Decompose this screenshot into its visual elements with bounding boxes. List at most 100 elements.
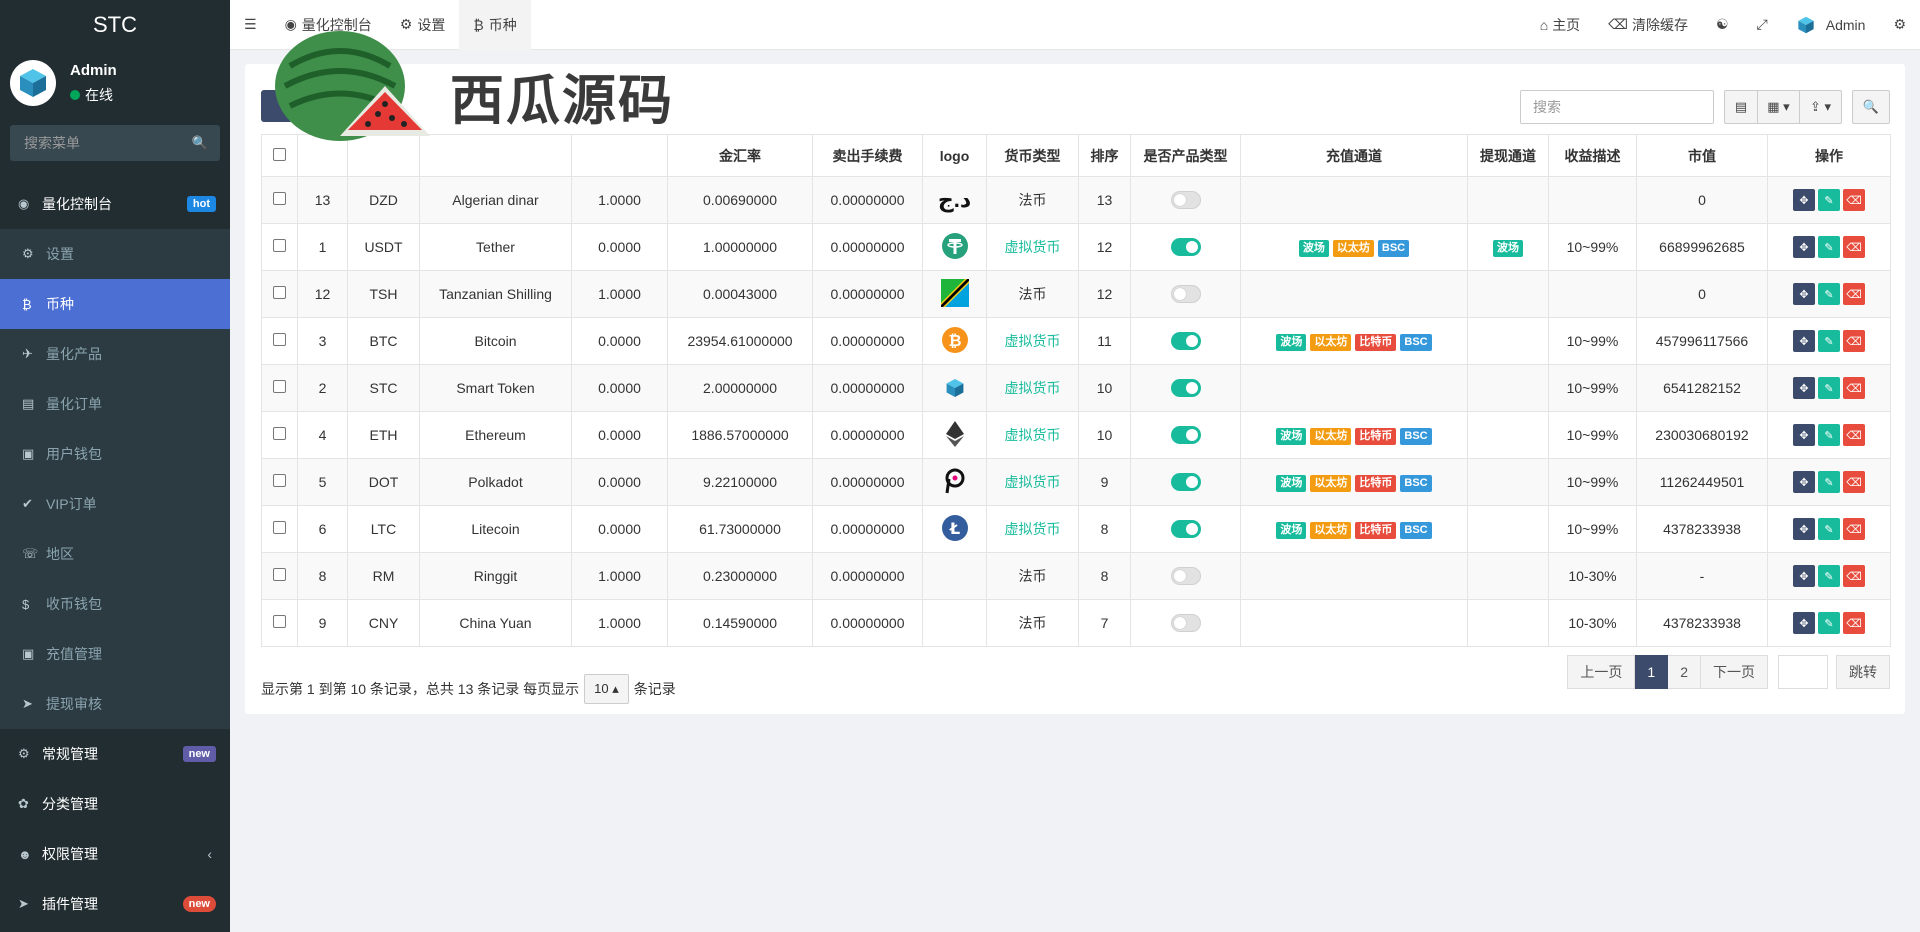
edit-button[interactable]: ✎ <box>1818 565 1840 587</box>
delete-button[interactable]: ⌫ <box>1843 471 1865 493</box>
menu-item-general[interactable]: ⚙ 常规管理 new <box>0 729 230 779</box>
col-header-desc[interactable]: 收益描述 <box>1548 134 1637 177</box>
row-select-cell[interactable] <box>261 176 298 224</box>
product-toggle[interactable] <box>1170 191 1201 210</box>
edit-button[interactable]: ✎ <box>1818 236 1840 258</box>
select-all-checkbox[interactable] <box>273 147 286 161</box>
menu-item-settings[interactable]: ⚙ 设置 <box>0 229 230 279</box>
export-dropdown[interactable]: ⇪ ▾ <box>1800 90 1842 124</box>
drag-move-button[interactable]: ✥ <box>1793 565 1815 587</box>
table-search-input[interactable]: 搜索 <box>1520 90 1714 124</box>
drag-move-button[interactable]: ✥ <box>1793 189 1815 211</box>
product-toggle[interactable] <box>1170 238 1201 257</box>
edit-button[interactable]: ✎ <box>1818 283 1840 305</box>
edit-button[interactable]: ✎ <box>1818 377 1840 399</box>
col-header-type[interactable]: 货币类型 <box>986 134 1079 177</box>
row-checkbox[interactable] <box>273 380 286 393</box>
row-checkbox[interactable] <box>273 192 286 205</box>
menu-item-quant-product[interactable]: ✈ 量化产品 <box>0 329 230 379</box>
row-select-cell[interactable] <box>261 411 298 459</box>
next-page-button[interactable]: 下一页 <box>1701 655 1768 689</box>
edit-button[interactable]: ✎ <box>1818 424 1840 446</box>
delete-button[interactable]: ⌫ <box>1843 236 1865 258</box>
drag-move-button[interactable]: ✥ <box>1793 283 1815 305</box>
edit-button[interactable]: ✎ <box>1818 330 1840 352</box>
row-checkbox[interactable] <box>273 568 286 581</box>
menu-item-permission[interactable]: ☻ 权限管理 ‹ <box>0 829 230 879</box>
row-select-cell[interactable] <box>261 270 298 318</box>
search-icon[interactable]: 🔍 <box>192 125 208 161</box>
table-row[interactable]: 6 LTC Litecoin 0.0000 61.73000000 0.0000… <box>261 505 1891 553</box>
translate-button[interactable]: ☯ <box>1702 0 1743 50</box>
cell-type[interactable]: 虚拟货币 <box>986 458 1079 506</box>
page-size-dropdown[interactable]: 10 ▴ <box>584 674 629 704</box>
row-checkbox[interactable] <box>273 615 286 628</box>
jump-page-input[interactable] <box>1778 655 1828 689</box>
table-row[interactable]: 4 ETH Ethereum 0.0000 1886.57000000 0.00… <box>261 411 1891 459</box>
table-row[interactable]: 13 DZD Algerian dinar 1.0000 0.00690000 … <box>261 176 1891 224</box>
table-row[interactable]: 2 STC Smart Token 0.0000 2.00000000 0.00… <box>261 364 1891 412</box>
fullscreen-button[interactable]: ⤢ <box>1743 0 1782 50</box>
col-header-product[interactable]: 是否产品类型 <box>1130 134 1241 177</box>
menu-item-category[interactable]: ✿ 分类管理 <box>0 779 230 829</box>
prev-page-button[interactable]: 上一页 <box>1567 655 1636 689</box>
delete-button[interactable]: ⌫ <box>1843 612 1865 634</box>
row-checkbox[interactable] <box>273 333 286 346</box>
product-toggle[interactable] <box>1170 285 1201 304</box>
columns-dropdown[interactable]: ▦ ▾ <box>1758 90 1800 124</box>
brand-logo[interactable]: STC <box>0 0 230 50</box>
sidebar-search-input[interactable]: 搜索菜单 🔍 <box>10 125 220 161</box>
cell-type[interactable]: 虚拟货币 <box>986 317 1079 365</box>
menu-item-receive-wallet[interactable]: $ 收币钱包 <box>0 579 230 629</box>
menu-item-currency[interactable]: ₿ 币种 <box>0 279 230 329</box>
table-row[interactable]: 12 TSH Tanzanian Shilling 1.0000 0.00043… <box>261 270 1891 318</box>
cell-type[interactable]: 虚拟货币 <box>986 364 1079 412</box>
menu-item-quant-order[interactable]: ▤ 量化订单 <box>0 379 230 429</box>
product-toggle[interactable] <box>1170 426 1201 445</box>
cell-type[interactable]: 虚拟货币 <box>986 411 1079 459</box>
product-toggle[interactable] <box>1170 332 1201 351</box>
home-link[interactable]: ⌂ 主页 <box>1526 0 1594 50</box>
row-checkbox[interactable] <box>273 286 286 299</box>
jump-button[interactable]: 跳转 <box>1836 655 1890 689</box>
delete-button[interactable]: ⌫ <box>1843 283 1865 305</box>
page-2-button[interactable]: 2 <box>1668 655 1701 689</box>
col-header-logo[interactable]: logo <box>922 134 987 177</box>
delete-button[interactable]: ⌫ <box>1843 565 1865 587</box>
row-checkbox[interactable] <box>273 427 286 440</box>
row-checkbox[interactable] <box>273 521 286 534</box>
drag-move-button[interactable]: ✥ <box>1793 377 1815 399</box>
edit-button[interactable]: ✎ <box>1818 612 1840 634</box>
drag-move-button[interactable]: ✥ <box>1793 330 1815 352</box>
toggle-view-button[interactable]: ▤ <box>1724 90 1758 124</box>
product-toggle[interactable] <box>1170 520 1201 539</box>
delete-button[interactable]: ⌫ <box>1843 330 1865 352</box>
drag-move-button[interactable]: ✥ <box>1793 424 1815 446</box>
menu-item-user-wallet[interactable]: ▣ 用户钱包 <box>0 429 230 479</box>
menu-item-region[interactable]: ☏ 地区 <box>0 529 230 579</box>
edit-button[interactable]: ✎ <box>1818 518 1840 540</box>
col-header-cap[interactable]: 市值 <box>1636 134 1768 177</box>
delete-button[interactable]: ⌫ <box>1843 424 1865 446</box>
admin-menu[interactable]: Admin <box>1782 0 1880 50</box>
product-toggle[interactable] <box>1170 614 1201 633</box>
row-select-cell[interactable] <box>261 223 298 271</box>
drag-move-button[interactable]: ✥ <box>1793 236 1815 258</box>
menu-item-recharge[interactable]: ▣ 充值管理 <box>0 629 230 679</box>
menu-item-plugin[interactable]: ➤ 插件管理 new <box>0 879 230 929</box>
delete-button[interactable]: ⌫ <box>1843 377 1865 399</box>
row-select-cell[interactable] <box>261 552 298 600</box>
row-select-cell[interactable] <box>261 458 298 506</box>
product-toggle[interactable] <box>1170 473 1201 492</box>
drag-move-button[interactable]: ✥ <box>1793 612 1815 634</box>
menu-item-withdraw[interactable]: ➤ 提现审核 <box>0 679 230 729</box>
row-select-cell[interactable] <box>261 364 298 412</box>
row-checkbox[interactable] <box>273 239 286 252</box>
drag-move-button[interactable]: ✥ <box>1793 518 1815 540</box>
sidebar-toggle-button[interactable]: ☰ <box>230 0 271 50</box>
col-header-recharge[interactable]: 充值通道 <box>1240 134 1468 177</box>
row-select-cell[interactable] <box>261 599 298 647</box>
col-header-fee[interactable]: 卖出手续费 <box>812 134 923 177</box>
table-row[interactable]: 3 BTC Bitcoin 0.0000 23954.61000000 0.00… <box>261 317 1891 365</box>
product-toggle[interactable] <box>1170 567 1201 586</box>
